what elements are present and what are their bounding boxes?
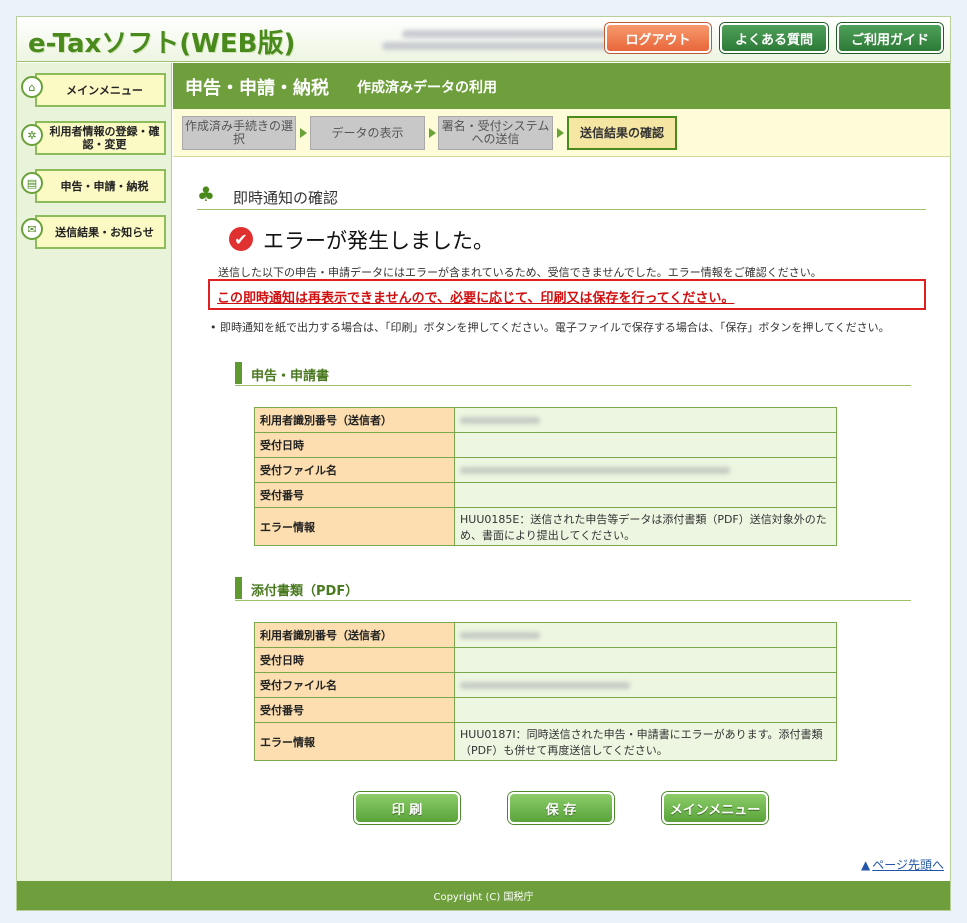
row-value [454, 482, 837, 508]
page-subtitle: 作成済みデータの利用 [357, 80, 497, 96]
table-row: 受付番号 [254, 482, 837, 508]
row-label: 受付ファイル名 [254, 457, 455, 483]
row-label: 受付日時 [254, 432, 455, 458]
section-heading: ♣ 即時通知の確認 [197, 182, 926, 210]
attachment-table: 利用者識別番号（送信者） 受付日時 受付ファイル名 受付番号 エラー情報 HUU… [254, 622, 837, 761]
table-row: 受付番号 [254, 697, 837, 723]
step-arrow-icon [429, 128, 436, 138]
page-top-link[interactable]: ▲ ページ先頭へ [861, 856, 944, 873]
mail-icon: ✉ [21, 218, 43, 240]
page-frame: e-Taxソフト(WEB版) ログアウト よくある質問 ご利用ガイド ⌂ メイン… [16, 16, 951, 911]
sidebar: ⌂ メインメニュー ✲ 利用者情報の登録・確認・変更 ▤ 申告・申請・納税 ✉ … [17, 63, 172, 881]
step-arrow-icon [300, 128, 307, 138]
row-label: 受付日時 [254, 647, 455, 673]
row-value [454, 697, 837, 723]
output-note-text: 即時通知を紙で出力する場合は、「印刷」ボタンを押してください。電子ファイルで保存… [220, 321, 890, 334]
title-bar: 申告・申請・納税 作成済みデータの利用 [173, 63, 950, 109]
declaration-heading-text: 申告・申請書 [251, 369, 330, 384]
sidebar-item-main-menu[interactable]: ⌂ メインメニュー [21, 73, 166, 107]
table-row: エラー情報 HUU0187I：同時送信された申告・申請書にエラーがあります。添付… [254, 722, 837, 761]
row-value [454, 407, 837, 433]
declaration-table: 利用者識別番号（送信者） 受付日時 受付ファイル名 受付番号 エラー情報 HUU… [254, 407, 837, 546]
document-icon: ▤ [21, 172, 43, 194]
sidebar-item-label[interactable]: 利用者情報の登録・確認・変更 [35, 121, 166, 155]
step-arrow-icon [557, 128, 564, 138]
attachment-heading: 添付書類（PDF） [235, 577, 911, 601]
row-label: 利用者識別番号（送信者） [254, 622, 455, 648]
error-check-icon: ✔ [229, 227, 253, 251]
sidebar-item-results[interactable]: ✉ 送信結果・お知らせ [21, 215, 166, 249]
user-settings-icon: ✲ [21, 124, 43, 146]
sidebar-item-label[interactable]: 申告・申請・納税 [35, 169, 166, 203]
warning-text: この即時通知は再表示できませんので、必要に応じて、印刷又は保存を行ってください。 [217, 291, 735, 306]
table-row: 受付ファイル名 [254, 672, 837, 698]
row-value [454, 647, 837, 673]
footer: Copyright (C) 国税庁 [17, 881, 950, 910]
sidebar-item-label[interactable]: メインメニュー [35, 73, 166, 107]
clover-icon: ♣ [197, 182, 215, 206]
table-row: 受付日時 [254, 647, 837, 673]
save-button[interactable]: 保 存 [508, 792, 614, 824]
row-value [454, 622, 837, 648]
row-label: 受付番号 [254, 697, 455, 723]
user-info-blurred [382, 26, 612, 56]
row-value: HUU0187I：同時送信された申告・申請書にエラーがあります。添付書類（PDF… [454, 722, 837, 761]
sidebar-item-label[interactable]: 送信結果・お知らせ [35, 215, 166, 249]
error-message: 送信した以下の申告・申請データにはエラーが含まれているため、受信できませんでした… [218, 266, 822, 279]
sidebar-item-user-info[interactable]: ✲ 利用者情報の登録・確認・変更 [21, 121, 166, 155]
output-note: • 即時通知を紙で出力する場合は、「印刷」ボタンを押してください。電子ファイルで… [210, 321, 890, 334]
row-label: エラー情報 [254, 722, 455, 761]
guide-button[interactable]: ご利用ガイド [837, 23, 943, 53]
step-display: データの表示 [310, 116, 425, 150]
attachment-heading-text: 添付書類（PDF） [251, 584, 359, 599]
table-row: エラー情報 HUU0185E：送信された申告等データは添付書類（PDF）送信対象… [254, 507, 837, 546]
home-icon: ⌂ [21, 76, 43, 98]
print-button[interactable]: 印 刷 [354, 792, 460, 824]
row-label: エラー情報 [254, 507, 455, 546]
main-menu-button[interactable]: メインメニュー [662, 792, 768, 824]
faq-button[interactable]: よくある質問 [720, 23, 828, 53]
row-label: 受付番号 [254, 482, 455, 508]
logout-button[interactable]: ログアウト [605, 23, 711, 53]
header: e-Taxソフト(WEB版) ログアウト よくある質問 ご利用ガイド [17, 17, 950, 62]
sidebar-item-declaration[interactable]: ▤ 申告・申請・納税 [21, 169, 166, 203]
step-result: 送信結果の確認 [567, 116, 677, 150]
app-logo: e-Taxソフト(WEB版) [28, 29, 296, 59]
progress-steps: 作成済み手続きの選択 データの表示 署名・受付システムへの送信 送信結果の確認 [173, 109, 950, 157]
page-title: 申告・申請・納税 [185, 78, 329, 99]
warning-box: この即時通知は再表示できませんので、必要に応じて、印刷又は保存を行ってください。 [208, 279, 926, 310]
error-title-text: エラーが発生しました。 [263, 229, 494, 253]
row-value [454, 432, 837, 458]
table-row: 利用者識別番号（送信者） [254, 407, 837, 433]
arrow-up-icon: ▲ [861, 858, 871, 872]
row-value [454, 457, 837, 483]
declaration-heading: 申告・申請書 [235, 362, 911, 386]
row-label: 利用者識別番号（送信者） [254, 407, 455, 433]
table-row: 受付日時 [254, 432, 837, 458]
step-send: 署名・受付システムへの送信 [438, 116, 553, 150]
row-label: 受付ファイル名 [254, 672, 455, 698]
table-row: 受付ファイル名 [254, 457, 837, 483]
row-value: HUU0185E：送信された申告等データは添付書類（PDF）送信対象外のため、書… [454, 507, 837, 546]
step-select: 作成済み手続きの選択 [182, 116, 296, 150]
table-row: 利用者識別番号（送信者） [254, 622, 837, 648]
row-value [454, 672, 837, 698]
section-heading-text: 即時通知の確認 [233, 189, 339, 207]
